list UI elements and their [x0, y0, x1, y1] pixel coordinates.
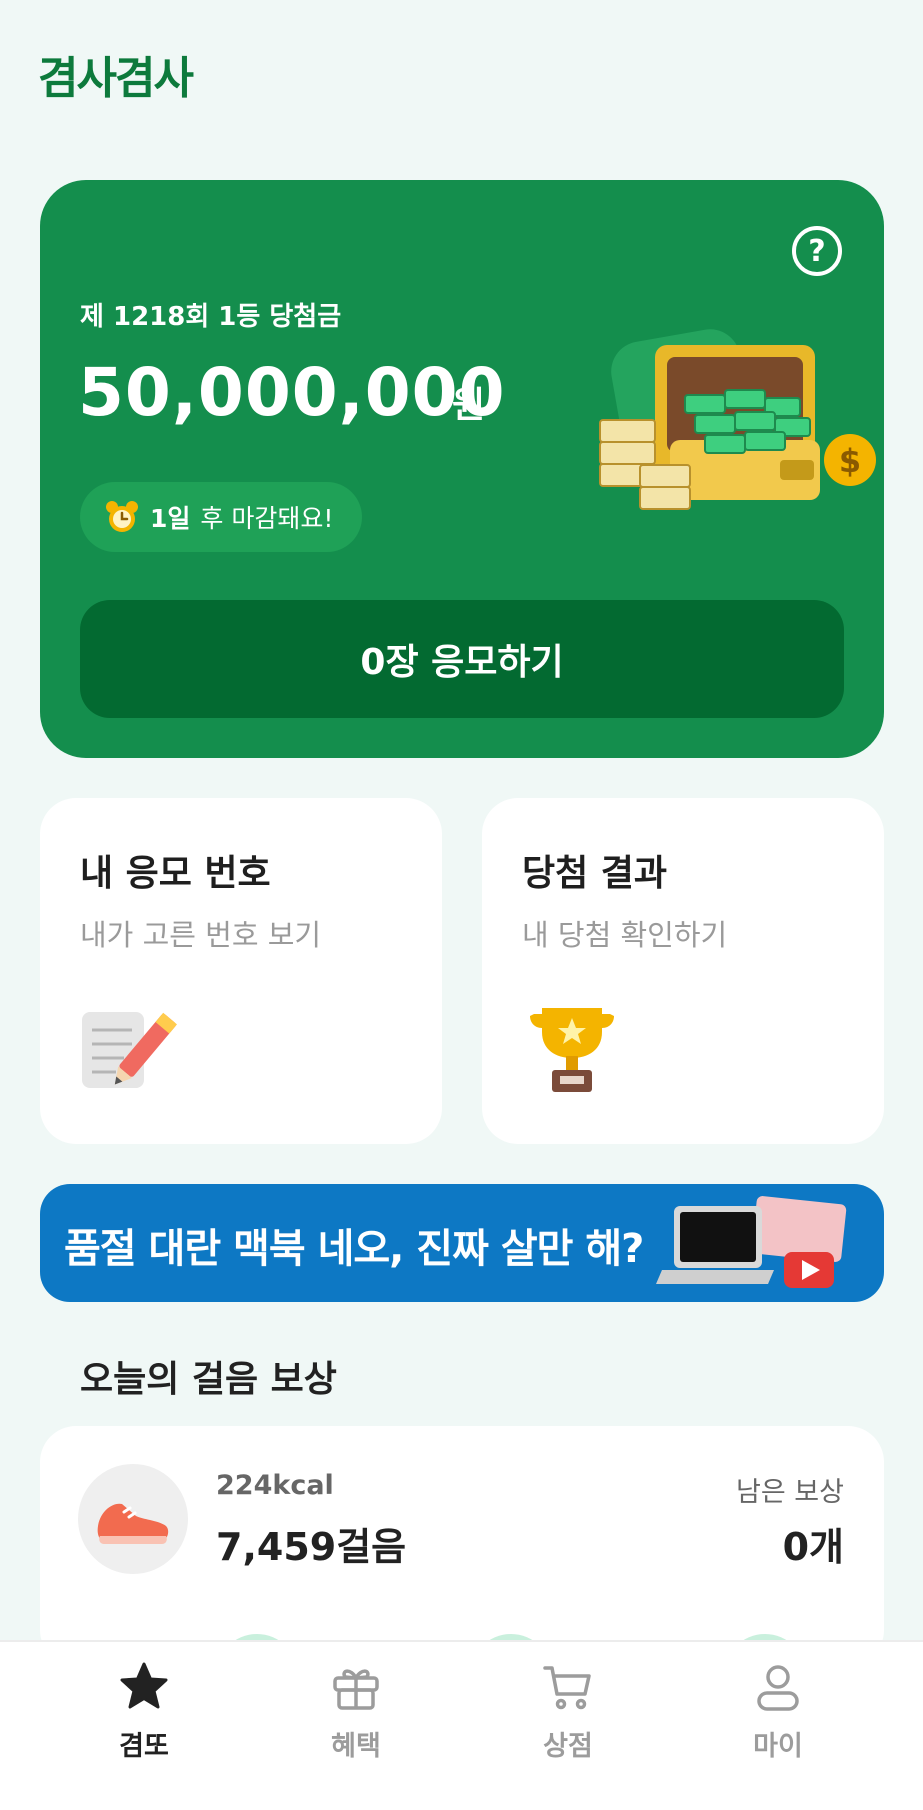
nav-item-shop[interactable]: 상점 — [508, 1660, 628, 1780]
star-icon — [120, 1662, 168, 1709]
money-briefcase-icon: $ — [599, 329, 876, 510]
steps-card: 224kcal 7,459걸음 남은 보상 0개 — [40, 1426, 884, 1666]
deadline-badge: 1일 후 마감돼요! — [80, 482, 362, 552]
nav-label: 상점 — [543, 1731, 593, 1762]
apply-button[interactable]: 0장 응모하기 — [80, 600, 844, 718]
draw-results-card[interactable]: 당첨 결과 내 당첨 확인하기 — [482, 798, 884, 1144]
promo-banner[interactable]: 품절 대란 맥북 네오, 진짜 살만 해? — [40, 1184, 884, 1302]
trophy-icon — [530, 1008, 614, 1092]
sneaker-icon — [97, 1503, 169, 1544]
lottery-card: ? 제 1218회 1등 당첨금 50,000,000 원 1일 후 마감돼요! — [40, 180, 884, 758]
person-icon — [757, 1665, 799, 1711]
question-circle-icon[interactable]: ? — [792, 226, 842, 276]
remaining-reward-count: 0개 — [782, 1525, 844, 1569]
laptop-video-icon — [656, 1196, 847, 1288]
nav-item-benefits[interactable]: 혜택 — [296, 1660, 416, 1780]
card-title: 당첨 결과 — [522, 853, 668, 894]
step-count: 7,459걸음 — [216, 1525, 407, 1569]
nav-label: 마이 — [753, 1731, 803, 1762]
prize-unit: 원 — [452, 385, 486, 426]
my-numbers-card[interactable]: 내 응모 번호 내가 고른 번호 보기 — [40, 798, 442, 1144]
gift-icon — [333, 1669, 379, 1710]
svg-text:$: $ — [839, 442, 861, 480]
card-subtitle: 내가 고른 번호 보기 — [80, 918, 322, 952]
alarm-clock-icon — [106, 501, 138, 532]
steps-section-title: 오늘의 걸음 보상 — [80, 1359, 337, 1400]
kcal-label: 224kcal — [216, 1470, 334, 1501]
bottom-nav: 겸또 혜택 상점 마이 — [0, 1640, 923, 1810]
deadline-text: 후 마감돼요! — [200, 504, 334, 533]
app-logo: 겸사겸사 — [38, 53, 194, 104]
cart-icon — [543, 1666, 591, 1710]
remaining-reward-label: 남은 보상 — [736, 1477, 844, 1508]
sneaker-avatar — [78, 1464, 188, 1574]
nav-item-my[interactable]: 마이 — [718, 1660, 838, 1780]
card-title: 내 응모 번호 — [80, 853, 271, 894]
deadline-days: 1일 — [150, 504, 191, 533]
card-subtitle: 내 당첨 확인하기 — [522, 918, 728, 952]
nav-label: 혜택 — [331, 1731, 381, 1762]
banner-text: 품절 대란 맥북 네오, 진짜 살만 해? — [64, 1226, 644, 1272]
nav-label: 겸또 — [119, 1731, 169, 1762]
nav-item-home[interactable]: 겸또 — [84, 1660, 204, 1780]
prize-amount: 50,000,000 — [78, 354, 506, 431]
round-label: 제 1218회 1등 당첨금 — [80, 302, 342, 332]
notepad-pencil-icon — [82, 1012, 177, 1088]
